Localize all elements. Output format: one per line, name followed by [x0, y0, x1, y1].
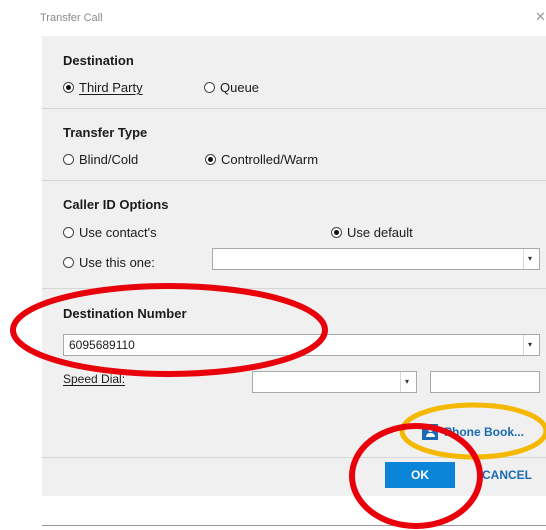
radio-use-this-one-label: Use this one: — [79, 255, 155, 270]
dialog-title: Transfer Call — [40, 12, 103, 24]
radio-use-default[interactable]: Use default — [331, 225, 413, 240]
destination-number-combo[interactable]: 6095689110 ▾ — [63, 334, 540, 356]
radio-blind-cold-label: Blind/Cold — [79, 152, 139, 167]
destination-number-value: 6095689110 — [69, 338, 135, 352]
bottom-border — [42, 525, 546, 526]
radio-unselected-icon — [63, 154, 74, 165]
radio-queue[interactable]: Queue — [204, 80, 259, 95]
radio-queue-label: Queue — [220, 80, 260, 95]
ok-button[interactable]: OK — [385, 462, 455, 488]
radio-controlled-warm[interactable]: Controlled/Warm — [205, 152, 318, 167]
divider — [42, 457, 546, 458]
caller-id-section-title: Caller ID Options — [63, 197, 169, 212]
cancel-button[interactable]: CANCEL — [482, 462, 532, 488]
radio-unselected-icon — [63, 257, 74, 268]
radio-unselected-icon — [63, 227, 74, 238]
divider — [42, 180, 546, 181]
radio-blind-cold[interactable]: Blind/Cold — [63, 152, 138, 167]
chevron-down-icon[interactable]: ▾ — [523, 335, 539, 355]
radio-third-party-label: Third Party — [79, 80, 143, 95]
radio-use-contacts-label: Use contact's — [79, 225, 157, 240]
radio-selected-icon — [63, 82, 74, 93]
radio-third-party[interactable]: Third Party — [63, 80, 143, 95]
radio-use-default-label: Use default — [347, 225, 413, 240]
chevron-down-icon[interactable]: ▾ — [523, 249, 539, 269]
destination-section-title: Destination — [63, 53, 134, 68]
divider — [42, 288, 546, 289]
divider — [42, 108, 546, 109]
contact-card-icon — [422, 424, 438, 440]
phone-book-label: Phone Book... — [444, 425, 525, 439]
radio-use-contacts[interactable]: Use contact's — [63, 225, 157, 240]
speed-dial-combo[interactable]: ▾ — [252, 371, 417, 393]
transfer-call-dialog: Transfer Call ✕ Destination Third Party … — [0, 0, 546, 530]
speed-dial-label: Speed Dial: — [63, 372, 126, 386]
radio-unselected-icon — [204, 82, 215, 93]
caller-id-combo[interactable]: ▾ — [212, 248, 540, 270]
phone-book-button[interactable]: Phone Book... — [422, 420, 524, 444]
transfer-type-section-title: Transfer Type — [63, 125, 148, 140]
radio-selected-icon — [205, 154, 216, 165]
close-icon[interactable]: ✕ — [535, 10, 546, 24]
radio-selected-icon — [331, 227, 342, 238]
chevron-down-icon[interactable]: ▾ — [400, 372, 416, 392]
speed-dial-text-input[interactable] — [430, 371, 540, 393]
radio-controlled-warm-label: Controlled/Warm — [221, 152, 319, 167]
radio-use-this-one[interactable]: Use this one: — [63, 255, 155, 270]
title-bar: Transfer Call ✕ — [0, 0, 546, 34]
destination-number-title: Destination Number — [63, 306, 187, 321]
